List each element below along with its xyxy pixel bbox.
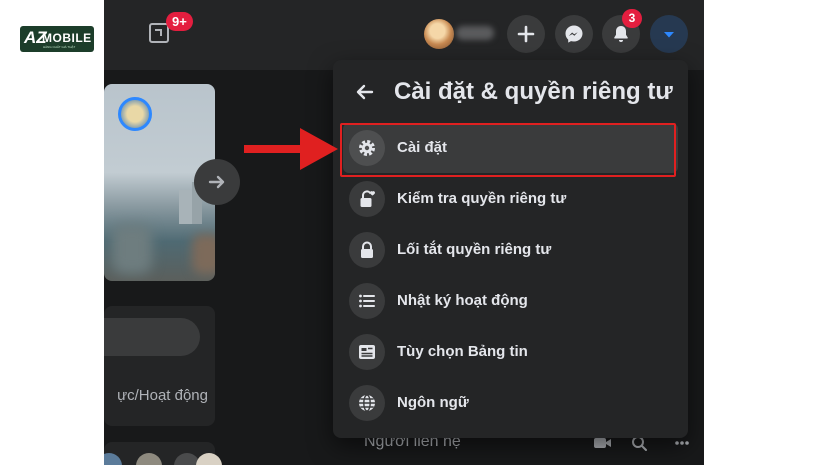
dropdown-title: Cài đặt & quyền riêng tư [394, 78, 673, 105]
red-arrow-annotation [244, 124, 340, 179]
create-button[interactable] [507, 15, 545, 53]
menu-item-label: Lối tắt quyền riêng tư [397, 241, 552, 258]
brand-watermark: AZ MOBILE HÀNG CHẤT GIÁ THẬT [20, 26, 94, 52]
list-icon [349, 283, 385, 319]
arrow-right-icon [208, 175, 225, 189]
next-story-button[interactable] [194, 159, 240, 205]
menu-item-label: Tùy chọn Bảng tin [397, 343, 528, 360]
menu-item-privacy-shortcuts[interactable]: Lối tắt quyền riêng tư [343, 225, 678, 275]
messenger-button[interactable] [555, 15, 593, 53]
more-options-icon[interactable] [675, 441, 689, 445]
menu-item-feed-preferences[interactable]: Tùy chọn Bảng tin [343, 327, 678, 377]
brand-tagline: HÀNG CHẤT GIÁ THẬT [43, 45, 76, 49]
feed-icon [349, 334, 385, 370]
settings-privacy-dropdown: Cài đặt & quyền riêng tư Cài đặt Kiểm tr… [333, 60, 688, 438]
brand-mobile: MOBILE [42, 31, 92, 45]
menu-item-language[interactable]: Ngôn ngữ [343, 378, 678, 428]
menu-item-privacy-checkup[interactable]: Kiểm tra quyền riêng tư [343, 174, 678, 224]
lock-icon [349, 232, 385, 268]
facebook-window: 9+ 3 ực/Hoạt động Người liên hệ Cài đặt … [104, 0, 704, 465]
menu-item-label: Kiểm tra quyền riêng tư [397, 190, 567, 207]
create-post-input[interactable] [104, 318, 200, 356]
video-call-icon[interactable] [594, 438, 611, 448]
right-margin [724, 0, 828, 465]
plus-icon [517, 25, 535, 43]
story-avatar [118, 97, 152, 131]
lock-heart-icon [349, 181, 385, 217]
globe-icon [349, 385, 385, 421]
notification-badge: 3 [622, 9, 642, 28]
arrow-left-icon [356, 84, 374, 100]
menu-item-label: Ngôn ngữ [397, 394, 469, 411]
messenger-icon [565, 25, 583, 43]
profile-name-blurred[interactable] [456, 26, 494, 40]
menu-item-activity-log[interactable]: Nhật ký hoạt động [343, 276, 678, 326]
caret-down-icon [664, 32, 674, 38]
search-icon[interactable] [632, 436, 647, 451]
menu-item-label: Nhật ký hoạt động [397, 292, 528, 309]
highlight-box-annotation [340, 123, 676, 177]
back-button[interactable] [355, 82, 375, 102]
gaming-badge: 9+ [166, 12, 193, 31]
profile-avatar[interactable] [424, 19, 454, 49]
account-menu-button[interactable] [650, 15, 688, 53]
left-margin [0, 0, 104, 465]
activity-label[interactable]: ực/Hoạt động [104, 387, 208, 407]
